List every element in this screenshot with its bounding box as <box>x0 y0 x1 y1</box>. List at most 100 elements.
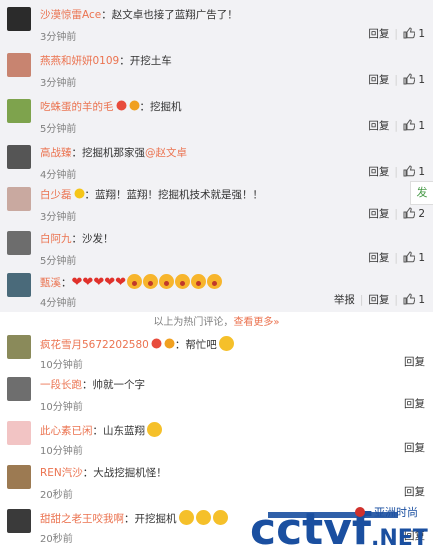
username-link[interactable]: 此心素已闲 <box>40 425 93 437</box>
comment-text: 开挖掘机 <box>134 513 177 525</box>
heart-emoji: ❤ <box>82 275 94 290</box>
heart-emoji: ❤ <box>93 275 105 290</box>
comment-actions: 回复 | 1 <box>368 72 425 87</box>
heart-emoji: ❤ <box>71 275 83 290</box>
like-count: 1 <box>418 74 425 86</box>
shock-face-emoji <box>191 274 207 289</box>
like-count: 1 <box>418 120 425 132</box>
comment-line: REN汽沙：大战挖掘机怪！ <box>40 467 167 479</box>
reply-link[interactable]: 回复 <box>368 118 389 133</box>
username-link[interactable]: 高战臻 <box>40 147 72 159</box>
comment-time: 4分钟前 <box>40 298 77 309</box>
comment-line: 白阿九：沙发！ <box>40 233 114 245</box>
comment-line: 疯花雪月5672202580 ：帮忙吧 <box>40 336 234 352</box>
thumbs-up-icon[interactable] <box>403 251 415 263</box>
thumbs-up-icon[interactable] <box>403 293 415 305</box>
hot-comments-divider: 以上为热门评论，查看更多» <box>0 313 433 328</box>
avatar[interactable] <box>7 377 31 401</box>
avatar[interactable] <box>7 421 31 445</box>
username-link[interactable]: 甜甜之老王咬我啊 <box>40 513 124 525</box>
username-link[interactable]: 燕燕和妍妍0109 <box>40 55 119 67</box>
view-more-link[interactable]: 查看更多» <box>233 317 279 328</box>
smile-face-emoji <box>147 422 162 437</box>
thumbs-up-icon[interactable] <box>403 165 415 177</box>
comment-item: 吃蛛蛋的羊的毛 ：挖掘机 5分钟前 回复 | 1 <box>0 92 433 138</box>
shock-face-emoji <box>159 274 175 289</box>
reply-link[interactable]: 回复 <box>404 396 425 411</box>
username-link[interactable]: 白少磊 <box>40 189 72 201</box>
thumbs-up-icon[interactable] <box>403 207 415 219</box>
comment-time: 5分钟前 <box>40 124 77 135</box>
reply-link[interactable]: 回复 <box>368 250 389 265</box>
reply-link[interactable]: 回复 <box>368 26 389 41</box>
like-count: 1 <box>418 294 425 306</box>
comment-text: 山东蓝翔 <box>103 425 145 437</box>
comment-time: 20秒前 <box>40 534 73 545</box>
thumbs-up-icon[interactable] <box>403 27 415 39</box>
smile-face-emoji <box>195 510 211 525</box>
comment-actions: 回复 | 2 <box>368 206 425 221</box>
shock-face-emoji <box>175 274 191 289</box>
like-count: 1 <box>418 28 425 40</box>
avatar[interactable] <box>7 7 31 31</box>
username-link[interactable]: 一段长跑 <box>40 379 82 391</box>
username-link[interactable]: 沙漠惊雷Ace <box>40 9 101 21</box>
username-link[interactable]: REN汽沙 <box>40 467 83 479</box>
watermark-logo: cctvf .NET 亚洲时尚 <box>250 504 428 550</box>
like-count: 2 <box>418 208 425 220</box>
reply-link[interactable]: 回复 <box>404 354 425 369</box>
shock-face-emoji <box>207 274 223 289</box>
reply-link[interactable]: 回复 <box>368 164 389 179</box>
thumbs-up-icon[interactable] <box>403 119 415 131</box>
avatar[interactable] <box>7 509 31 533</box>
comment-actions: 回复 <box>404 354 425 369</box>
side-share-button[interactable]: 发 <box>410 181 433 205</box>
reply-link[interactable]: 回复 <box>368 72 389 87</box>
avatar[interactable] <box>7 465 31 489</box>
avatar[interactable] <box>7 273 31 297</box>
mention-link[interactable]: @赵文卓 <box>145 147 187 159</box>
comment-line: 甄溪：❤❤❤❤❤ <box>40 274 223 290</box>
like-count: 1 <box>418 166 425 178</box>
comment-line: 高战臻：挖掘机那家强@赵文卓 <box>40 147 187 159</box>
comment-text: 赵文卓也接了蓝翔广告了！ <box>111 9 238 21</box>
comment-text: 挖掘机那家强 <box>82 147 145 159</box>
like-count: 1 <box>418 252 425 264</box>
comment-time: 5分钟前 <box>40 256 77 267</box>
comment-time: 20秒前 <box>40 490 73 501</box>
watermark-sub-text: 亚洲时尚 <box>374 505 418 519</box>
avatar[interactable] <box>7 231 31 255</box>
username-link[interactable]: 吃蛛蛋的羊的毛 <box>40 101 114 113</box>
thumbs-up-icon[interactable] <box>403 73 415 85</box>
avatar[interactable] <box>7 53 31 77</box>
avatar[interactable] <box>7 145 31 169</box>
smile-face-emoji <box>178 510 194 525</box>
comment-item: 沙漠惊雷Ace：赵文卓也接了蓝翔广告了！ 3分钟前 回复 | 1 <box>0 0 433 46</box>
comment-item: 燕燕和妍妍0109：开挖土车 3分钟前 回复 | 1 <box>0 46 433 92</box>
reply-link[interactable]: 回复 <box>404 440 425 455</box>
comment-time: 10分钟前 <box>40 360 83 371</box>
comment-time: 10分钟前 <box>40 446 83 457</box>
comment-time: 3分钟前 <box>40 32 77 43</box>
username-link[interactable]: 疯花雪月5672202580 <box>40 339 149 351</box>
comment-line: 白少磊 ：蓝翔！蓝翔！挖掘机技术就是强！！ <box>40 188 263 201</box>
username-link[interactable]: 甄溪 <box>40 277 61 289</box>
heart-emoji: ❤ <box>104 275 116 290</box>
comment-item: 此心素已闲：山东蓝翔 10分钟前 回复 <box>0 414 433 458</box>
comment-item: 白阿九：沙发！ 5分钟前 回复 | 1 <box>0 224 433 267</box>
watermark-net-text: .NET <box>371 526 428 550</box>
avatar[interactable] <box>7 187 31 211</box>
comment-time: 3分钟前 <box>40 212 77 223</box>
comment-actions: 回复 | 1 <box>368 250 425 265</box>
comment-line: 甜甜之老王咬我啊：开挖掘机 <box>40 510 228 526</box>
username-link[interactable]: 白阿九 <box>40 233 72 245</box>
comment-time: 4分钟前 <box>40 170 77 181</box>
user-badge-icon <box>164 338 175 349</box>
reply-link[interactable]: 回复 <box>368 206 389 221</box>
avatar[interactable] <box>7 99 31 123</box>
report-link[interactable]: 举报 <box>334 292 355 307</box>
reply-link[interactable]: 回复 <box>368 292 389 307</box>
avatar[interactable] <box>7 335 31 359</box>
user-badge-icon <box>116 100 126 111</box>
user-badge-icon <box>151 338 162 349</box>
